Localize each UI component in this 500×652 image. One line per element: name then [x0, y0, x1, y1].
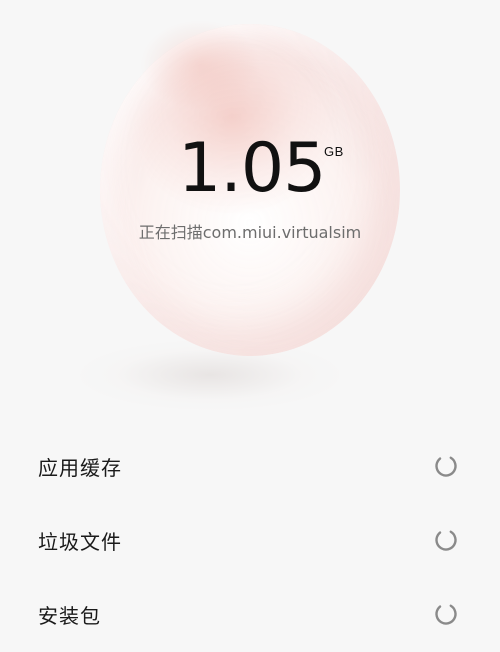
loading-spinner-icon [435, 529, 457, 551]
loading-spinner-icon [435, 455, 457, 477]
category-row-install-packages[interactable]: 安装包 [0, 578, 500, 652]
scanned-size-value: 1.05 [178, 129, 326, 208]
cleaner-screen: 1.05 GB 正在扫描com.miui.virtualsim 应用缓存 垃圾文… [0, 0, 500, 652]
category-label: 安装包 [38, 604, 101, 628]
loading-spinner-icon [435, 603, 457, 625]
category-label: 垃圾文件 [38, 530, 122, 554]
scanned-size-unit: GB [324, 144, 344, 159]
category-row-app-cache[interactable]: 应用缓存 [0, 430, 500, 504]
category-row-junk-files[interactable]: 垃圾文件 [0, 504, 500, 578]
scan-category-list: 应用缓存 垃圾文件 安装包 [0, 430, 500, 652]
orb-highlight [140, 20, 260, 110]
category-label: 应用缓存 [38, 456, 122, 480]
scan-status-text: 正在扫描com.miui.virtualsim [138, 223, 362, 242]
